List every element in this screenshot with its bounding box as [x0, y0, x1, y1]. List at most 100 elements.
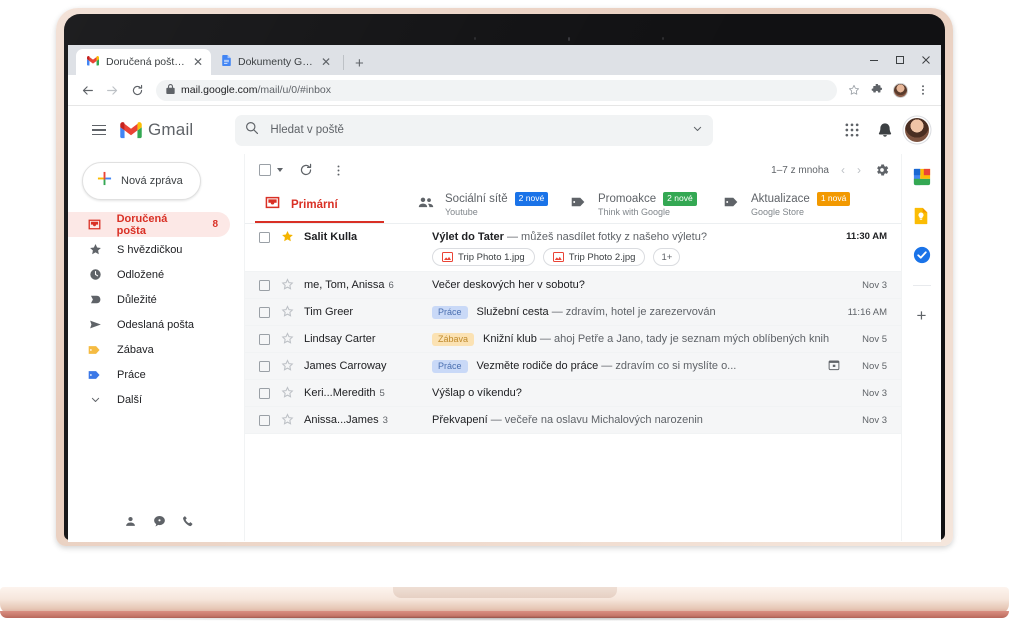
table-row[interactable]: James Carroway Práce Vezměte rodiče do p… [245, 353, 901, 380]
google-keep-icon[interactable] [913, 207, 931, 225]
label-chip[interactable]: Práce [432, 359, 468, 373]
table-row[interactable]: Tim Greer Práce Služební cesta — zdravím… [245, 299, 901, 326]
search-container: Hledat v poště [235, 114, 714, 146]
search-input[interactable]: Hledat v poště [270, 124, 681, 136]
browser-omnibar: mail.google.com/mail/u/0/#inbox [68, 75, 941, 106]
next-page-button[interactable]: › [857, 163, 861, 177]
prev-page-button[interactable]: ‹ [841, 163, 845, 177]
maximize-button[interactable] [887, 47, 913, 73]
table-row[interactable]: Salit Kulla Výlet do Tater — můžeš nasdí… [245, 224, 901, 272]
minimize-button[interactable] [861, 47, 887, 73]
row-checkbox[interactable] [259, 333, 270, 345]
close-tab-icon[interactable]: ✕ [193, 56, 203, 68]
browser-tab-title: Dokumenty Google [238, 56, 314, 68]
select-all-checkbox[interactable] [259, 164, 271, 176]
browser-tab-docs[interactable]: Dokumenty Google ✕ [211, 49, 339, 75]
tab-primary[interactable]: Primární [255, 186, 408, 223]
sidebar-item-prace[interactable]: Práce [68, 362, 230, 387]
star-icon[interactable] [281, 412, 295, 428]
attachment-more-chip[interactable]: 1+ [653, 248, 681, 266]
refresh-icon[interactable] [297, 161, 315, 179]
more-options-icon[interactable] [329, 161, 347, 179]
close-tab-icon[interactable]: ✕ [321, 56, 331, 68]
important-icon [88, 293, 102, 306]
tab-primary-row: Primární [291, 199, 338, 211]
address-domain: mail.google.com [181, 84, 258, 96]
row-sender-name: Anissa...James [304, 414, 379, 426]
row-snippet: — večeře na oslavu Michalových narozenin [490, 414, 703, 426]
main-menu-icon[interactable] [82, 113, 116, 147]
row-subject-wrap: Výlet do Tater — můžeš nasdílet fotky z … [432, 231, 707, 243]
add-app-plus-icon[interactable]: + [917, 307, 927, 324]
sidebar-item-important[interactable]: Důležité [68, 287, 230, 312]
sidebar-item-zabava[interactable]: Zábava [68, 337, 230, 362]
tab-promotions-row: Promoakce 2 nové [598, 192, 697, 206]
star-icon[interactable] [281, 230, 295, 245]
row-content: Práce Služební cesta — zdravím, hotel je… [432, 305, 837, 319]
row-content: Večer deskových her v sobotu? [432, 279, 837, 291]
search-bar[interactable]: Hledat v poště [235, 114, 714, 146]
row-checkbox[interactable] [259, 306, 270, 318]
row-checkbox[interactable] [259, 414, 270, 426]
row-checkbox[interactable] [259, 232, 270, 243]
select-all-chevron-down-icon[interactable] [277, 168, 283, 172]
label-chip[interactable]: Práce [432, 305, 468, 319]
compose-button[interactable]: Nová zpráva [82, 162, 201, 200]
tab-updates[interactable]: Aktualizace 1 nová Google Store [714, 186, 867, 223]
sidebar-item-more[interactable]: Další [68, 387, 230, 412]
phone-icon[interactable] [182, 515, 195, 533]
row-date: 11:30 AM [846, 231, 887, 242]
star-icon[interactable] [281, 358, 295, 374]
mail-list-column: 1–7 z mnoha ‹ › Primární Sociální sítě 2… [244, 154, 901, 541]
sidebar-item-label: Zábava [117, 343, 154, 356]
attachment-chip[interactable]: Trip Photo 2.jpg [542, 248, 646, 266]
contacts-icon[interactable] [124, 515, 137, 533]
table-row[interactable]: Keri...Meredith 5 Výšlap o víkendu? Nov 3 [245, 380, 901, 407]
star-icon[interactable] [281, 385, 295, 401]
google-tasks-icon[interactable] [913, 246, 931, 264]
row-checkbox[interactable] [259, 360, 270, 372]
tab-social[interactable]: Sociální sítě 2 nové Youtube [408, 186, 561, 223]
browser-menu-icon[interactable] [912, 79, 934, 101]
search-options-chevron-down-icon[interactable] [692, 121, 703, 139]
row-checkbox[interactable] [259, 279, 270, 291]
extensions-puzzle-icon[interactable] [866, 79, 888, 101]
account-avatar[interactable] [905, 118, 929, 142]
star-icon[interactable] [281, 304, 295, 320]
laptop-base-notch [393, 587, 617, 598]
row-sender-name: me, Tom, Anissa [304, 279, 385, 291]
table-row[interactable]: Anissa...James 3 Překvapení — večeře na o… [245, 407, 901, 434]
tab-promotions[interactable]: Promoakce 2 nové Think with Google [561, 186, 714, 223]
tab-primary-body: Primární [291, 199, 338, 211]
sidebar-item-starred[interactable]: S hvězdičkou [68, 237, 230, 262]
forward-button[interactable] [100, 78, 125, 103]
star-icon[interactable] [281, 277, 295, 293]
label-chip[interactable]: Zábava [432, 332, 475, 346]
address-bar[interactable]: mail.google.com/mail/u/0/#inbox [156, 79, 837, 101]
google-calendar-icon[interactable] [913, 168, 931, 186]
star-icon[interactable] [281, 331, 295, 347]
gear-icon[interactable] [873, 161, 891, 179]
browser-profile-avatar[interactable] [889, 79, 911, 101]
browser-tab-gmail[interactable]: Doručená pošta (8) ✕ [76, 49, 211, 75]
chat-icon[interactable] [153, 515, 166, 533]
reload-button[interactable] [125, 78, 150, 103]
attachment-name: Trip Photo 1.jpg [458, 251, 525, 263]
row-checkbox[interactable] [259, 387, 270, 399]
attachment-chip[interactable]: Trip Photo 1.jpg [432, 248, 535, 266]
sidebar-item-label: Důležité [117, 293, 157, 306]
sidebar-item-inbox[interactable]: Doručená pošta 8 [68, 212, 230, 237]
sidebar-item-snoozed[interactable]: Odložené [68, 262, 230, 287]
tab-updates-row: Aktualizace 1 nová [751, 192, 851, 206]
notifications-bell-icon[interactable] [872, 117, 898, 143]
gmail-logo[interactable]: Gmail [120, 120, 193, 140]
table-row[interactable]: me, Tom, Anissa 6 Večer deskových her v s… [245, 272, 901, 299]
new-tab-button[interactable]: + [348, 55, 371, 75]
row-date: Nov 3 [862, 414, 887, 426]
sidebar-item-sent[interactable]: Odeslaná pošta [68, 312, 230, 337]
back-button[interactable] [75, 78, 100, 103]
apps-grid-icon[interactable] [839, 117, 865, 143]
bookmark-star-icon[interactable] [843, 79, 865, 101]
table-row[interactable]: Lindsay Carter Zábava Knižní klub — ahoj… [245, 326, 901, 353]
close-window-button[interactable] [913, 47, 939, 73]
